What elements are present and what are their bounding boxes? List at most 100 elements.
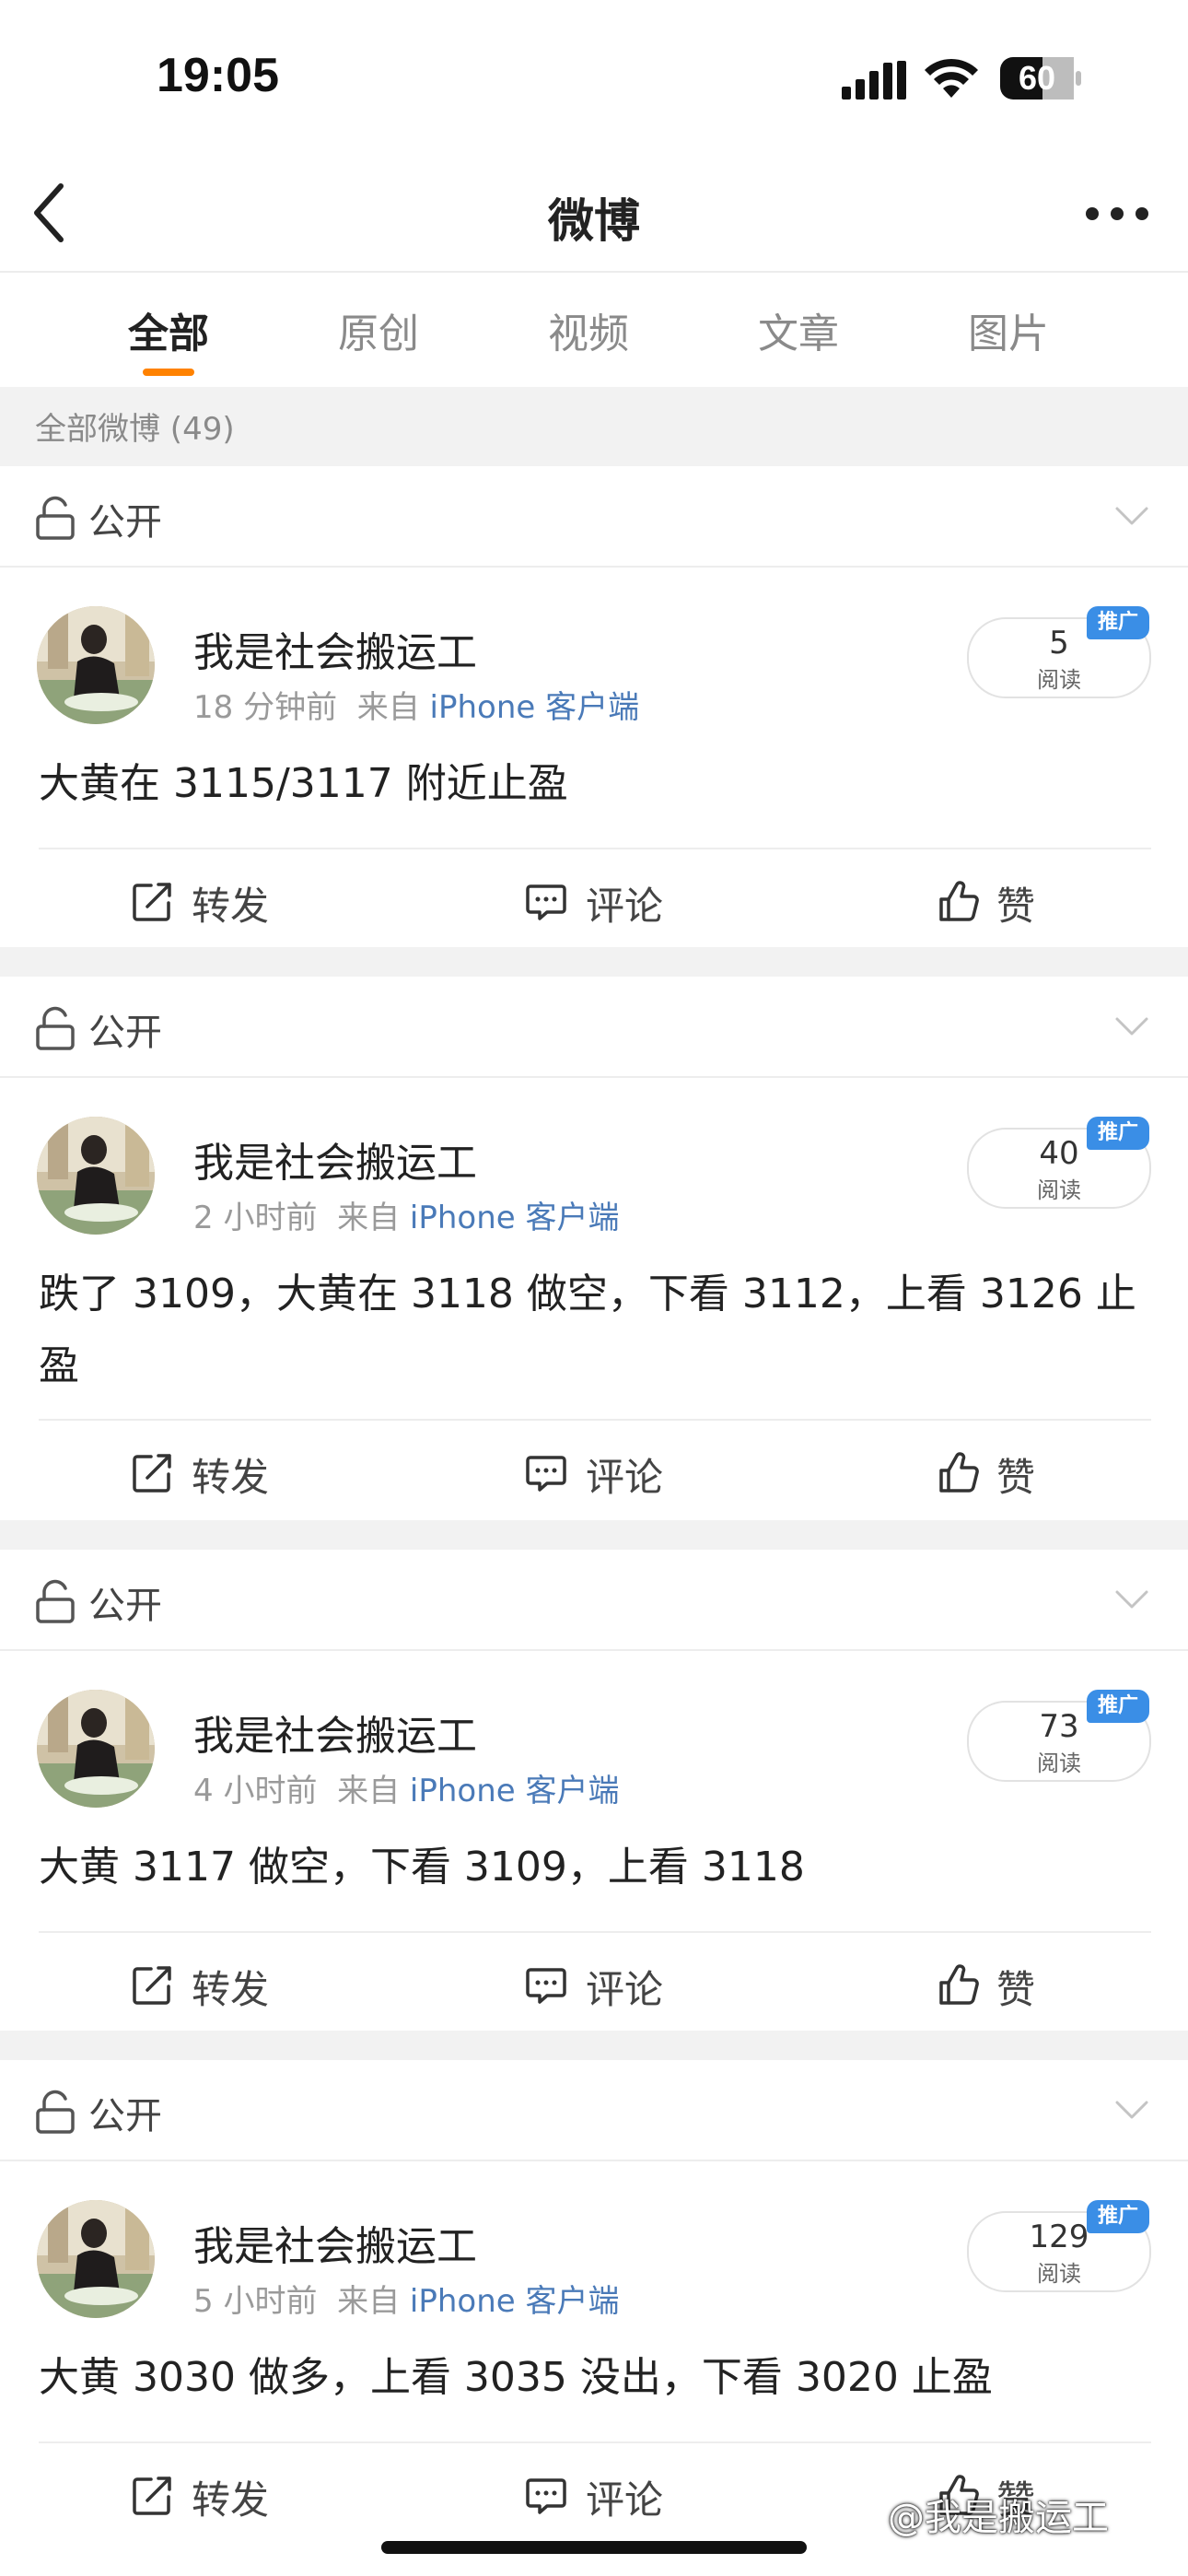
unlock-icon xyxy=(35,1006,76,1050)
more-icon[interactable] xyxy=(1085,205,1149,223)
visibility-row[interactable]: 公开 xyxy=(0,2060,1188,2161)
post-text: 跌了 3109，大黄在 3118 做空，下看 3112，上看 3126 止盈 xyxy=(39,1270,1136,1389)
post-count-bar: 全部微博 (49) xyxy=(0,387,1188,466)
repost-icon xyxy=(131,1452,173,1494)
post-card: 公开 我是社会搬运工 2 小时前 来自 iPhone 客户端 40 阅读 推广 … xyxy=(0,977,1188,1520)
chevron-down-icon[interactable] xyxy=(1114,2099,1149,2121)
promo-badge[interactable]: 推广 xyxy=(1087,1117,1149,1150)
avatar[interactable] xyxy=(37,2200,155,2318)
post-actions: 转发 评论 赞 xyxy=(39,1931,1151,2042)
post-source[interactable]: iPhone 客户端 xyxy=(430,689,640,726)
like-label: 赞 xyxy=(996,884,1036,929)
comment-icon xyxy=(525,881,567,923)
post-time: 5 小时前 xyxy=(193,2283,318,2320)
promo-badge[interactable]: 推广 xyxy=(1087,606,1149,639)
comment-label: 评论 xyxy=(586,1967,664,2012)
post-text: 大黄 3117 做空，下看 3109，上看 3118 xyxy=(39,1844,805,1891)
unlock-icon xyxy=(35,1579,76,1623)
unlock-icon xyxy=(35,496,76,540)
watermark: @我是搬运工 xyxy=(888,2497,1109,2539)
tab-video[interactable]: 视频 xyxy=(496,300,681,359)
post-card: 公开 我是社会搬运工 4 小时前 来自 iPhone 客户端 73 阅读 推广 … xyxy=(0,1550,1188,2031)
thumbs-up-icon xyxy=(938,1452,980,1494)
avatar[interactable] xyxy=(37,1690,155,1808)
post-meta: 4 小时前 来自 iPhone 客户端 xyxy=(193,1765,619,1810)
post-source[interactable]: iPhone 客户端 xyxy=(410,1200,620,1236)
filter-tabs: 全部 原创 视频 文章 图片 xyxy=(0,273,1188,387)
tab-all[interactable]: 全部 xyxy=(76,300,261,359)
post-time: 2 小时前 xyxy=(193,1200,318,1236)
unlock-icon xyxy=(35,2090,76,2134)
wifi-icon xyxy=(925,58,978,98)
post-actions: 转发 评论 赞 xyxy=(39,848,1151,958)
repost-icon xyxy=(131,2475,173,2517)
home-indicator[interactable] xyxy=(381,2541,807,2554)
post-count: 全部微博 (49) xyxy=(35,411,235,448)
thumbs-up-icon xyxy=(938,881,980,923)
thumbs-up-icon xyxy=(938,1964,980,2007)
read-label: 阅读 xyxy=(1037,1751,1081,1776)
repost-label: 转发 xyxy=(192,884,270,929)
user-name[interactable]: 我是社会搬运工 xyxy=(193,2213,477,2272)
clock: 19:05 xyxy=(157,49,279,102)
repost-icon xyxy=(131,1964,173,2007)
post-from: 来自 xyxy=(337,1773,401,1809)
post-source[interactable]: iPhone 客户端 xyxy=(410,2283,620,2320)
read-label: 阅读 xyxy=(1037,667,1081,693)
read-label: 阅读 xyxy=(1037,1177,1081,1203)
comment-icon xyxy=(525,1964,567,2007)
post-from: 来自 xyxy=(356,689,420,726)
avatar[interactable] xyxy=(37,1117,155,1235)
repost-icon xyxy=(131,881,173,923)
like-label: 赞 xyxy=(996,1967,1036,2012)
read-label: 阅读 xyxy=(1037,2261,1081,2287)
battery-level: 60 xyxy=(1018,59,1056,97)
comment-label: 评论 xyxy=(586,1455,664,1500)
visibility-label: 公开 xyxy=(88,1012,162,1054)
tab-images[interactable]: 图片 xyxy=(916,300,1101,359)
post-time: 18 分钟前 xyxy=(193,689,338,726)
comment-icon xyxy=(525,1452,567,1494)
post-from: 来自 xyxy=(337,1200,401,1236)
comment-label: 评论 xyxy=(586,2477,664,2523)
nav-bar: 微博 xyxy=(0,157,1188,273)
avatar[interactable] xyxy=(37,606,155,724)
post-text: 大黄在 3115/3117 附近止盈 xyxy=(39,760,568,807)
visibility-label: 公开 xyxy=(88,2095,162,2137)
tab-active-indicator xyxy=(143,369,194,376)
user-name[interactable]: 我是社会搬运工 xyxy=(193,619,477,678)
post-time: 4 小时前 xyxy=(193,1773,318,1809)
promo-badge[interactable]: 推广 xyxy=(1087,1690,1149,1723)
visibility-row[interactable]: 公开 xyxy=(0,466,1188,568)
post-from: 来自 xyxy=(337,2283,401,2320)
repost-label: 转发 xyxy=(192,1967,270,2012)
tab-original[interactable]: 原创 xyxy=(286,300,471,359)
chevron-down-icon[interactable] xyxy=(1114,1015,1149,1037)
post-source[interactable]: iPhone 客户端 xyxy=(410,1773,620,1809)
page-title: 微博 xyxy=(548,194,640,248)
repost-label: 转发 xyxy=(192,2477,270,2523)
visibility-row[interactable]: 公开 xyxy=(0,1550,1188,1651)
status-bar: 19:05 60 xyxy=(0,0,1188,157)
user-name[interactable]: 我是社会搬运工 xyxy=(193,1130,477,1188)
visibility-row[interactable]: 公开 xyxy=(0,977,1188,1078)
visibility-label: 公开 xyxy=(88,1585,162,1627)
post-meta: 18 分钟前 来自 iPhone 客户端 xyxy=(193,682,639,727)
visibility-label: 公开 xyxy=(88,501,162,544)
user-name[interactable]: 我是社会搬运工 xyxy=(193,1703,477,1762)
battery-icon: 60 xyxy=(1000,57,1083,100)
repost-label: 转发 xyxy=(192,1455,270,1500)
tab-article[interactable]: 文章 xyxy=(706,300,891,359)
comment-icon xyxy=(525,2475,567,2517)
like-label: 赞 xyxy=(996,1455,1036,1500)
post-meta: 2 小时前 来自 iPhone 客户端 xyxy=(193,1192,619,1237)
comment-label: 评论 xyxy=(586,884,664,929)
post-meta: 5 小时前 来自 iPhone 客户端 xyxy=(193,2276,619,2321)
post-card: 公开 我是社会搬运工 18 分钟前 来自 iPhone 客户端 5 阅读 推广 … xyxy=(0,466,1188,947)
chevron-down-icon[interactable] xyxy=(1114,505,1149,527)
post-actions: 转发 评论 赞 xyxy=(39,1419,1151,1529)
post-text: 大黄 3030 做多，上看 3035 没出，下看 3020 止盈 xyxy=(39,2354,993,2401)
cellular-signal-icon xyxy=(842,61,906,100)
promo-badge[interactable]: 推广 xyxy=(1087,2200,1149,2233)
chevron-down-icon[interactable] xyxy=(1114,1588,1149,1610)
